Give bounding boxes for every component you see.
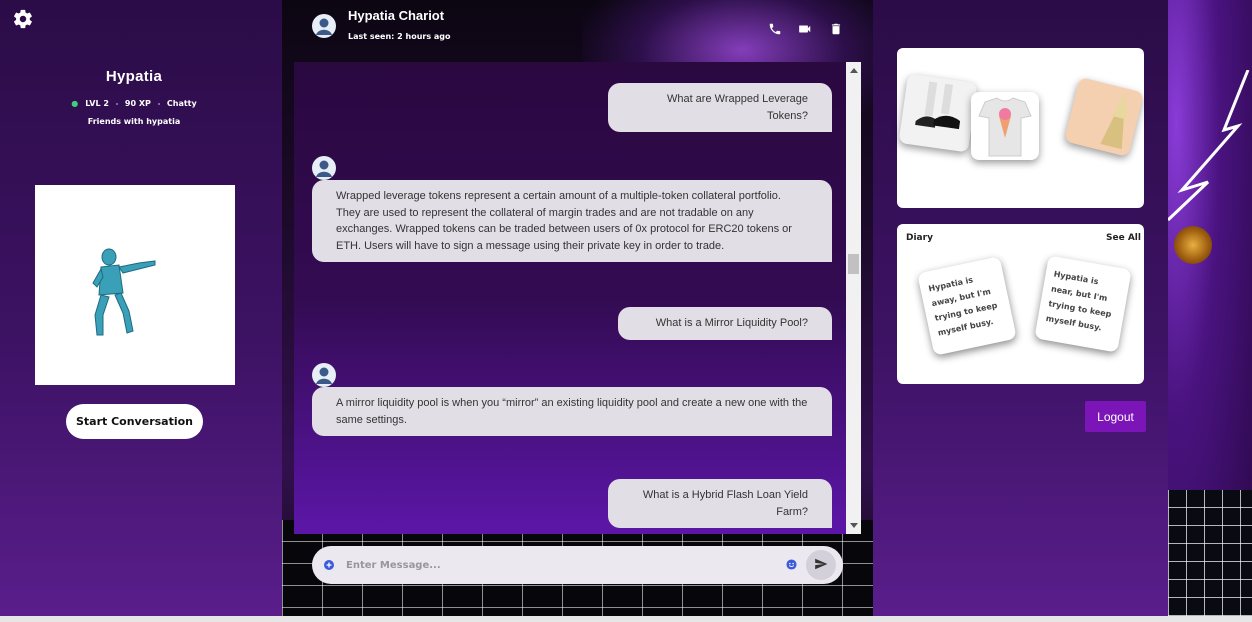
message-list[interactable]: What are Wrapped Leverage Tokens? Wrappe… xyxy=(294,62,861,534)
location-pin-icon: ● xyxy=(71,99,79,108)
scroll-thumb[interactable] xyxy=(848,254,859,274)
trash-icon[interactable] xyxy=(829,22,843,36)
xp-label: 90 XP xyxy=(124,99,151,108)
contact-name: Hypatia Chariot xyxy=(348,8,445,23)
message-user: What are Wrapped Leverage Tokens? xyxy=(608,83,832,132)
inventory-panel xyxy=(897,48,1145,208)
bot-avatar-icon xyxy=(312,363,336,387)
message-user: What is a Mirror Liquidity Pool? xyxy=(618,307,832,340)
poster-image xyxy=(1100,92,1128,150)
send-button[interactable] xyxy=(806,550,836,580)
chat-header: Hypatia Chariot Last seen: 2 hours ago xyxy=(282,0,873,62)
shoes-image xyxy=(915,81,961,130)
friendship-label: Friends with hypatia xyxy=(87,117,181,126)
send-icon xyxy=(815,558,828,569)
lightning-decoration xyxy=(1168,70,1250,222)
chat-panel: Hypatia Chariot Last seen: 2 hours ago W… xyxy=(282,0,873,622)
shirt-image xyxy=(978,97,1032,157)
avatar-viewport[interactable] xyxy=(35,185,235,385)
add-icon[interactable] xyxy=(324,560,334,570)
video-icon[interactable] xyxy=(798,22,812,36)
gear-icon[interactable] xyxy=(12,8,34,30)
robot-avatar-figure xyxy=(92,248,156,336)
inventory-item-shoes[interactable] xyxy=(898,73,978,153)
logout-button[interactable]: Logout xyxy=(1085,401,1146,432)
separator-dot xyxy=(115,102,118,105)
message-bot: A mirror liquidity pool is when you “mir… xyxy=(312,387,832,436)
see-all-link[interactable]: See All xyxy=(1106,233,1141,243)
message-scrollbar[interactable] xyxy=(846,62,861,534)
message-input[interactable] xyxy=(346,556,766,574)
grid-floor-decoration xyxy=(1168,490,1252,622)
message-bot: Wrapped leverage tokens represent a cert… xyxy=(312,180,832,262)
diary-title: Diary xyxy=(906,233,933,243)
message-user: What is a Hybrid Flash Loan Yield Farm? xyxy=(608,479,832,528)
phone-icon[interactable] xyxy=(768,22,782,36)
inventory-item-shirt[interactable] xyxy=(971,92,1039,160)
inventory-item-poster[interactable] xyxy=(1063,76,1145,158)
contact-avatar-icon xyxy=(312,14,336,38)
separator-dot xyxy=(157,102,160,105)
level-label: LVL 2 xyxy=(85,99,109,108)
profile-name: Hypatia xyxy=(105,68,163,85)
emoji-icon[interactable] xyxy=(786,559,797,570)
mood-label: Chatty xyxy=(166,99,197,108)
scroll-up-arrow[interactable] xyxy=(850,68,858,73)
bot-avatar-icon xyxy=(312,156,336,180)
orb-decoration xyxy=(1174,226,1212,264)
diary-note[interactable]: Hypatia is near, but I'm trying to keep … xyxy=(1034,255,1132,353)
bottom-edge xyxy=(0,616,1252,622)
last-seen-status: Last seen: 2 hours ago xyxy=(348,32,451,41)
start-conversation-button[interactable]: Start Conversation xyxy=(66,404,203,439)
scroll-down-arrow[interactable] xyxy=(850,523,858,528)
profile-stats: ● LVL 2 90 XP Chatty xyxy=(0,99,268,108)
diary-note[interactable]: Hypatia is away, but I'm trying to keep … xyxy=(917,256,1017,356)
